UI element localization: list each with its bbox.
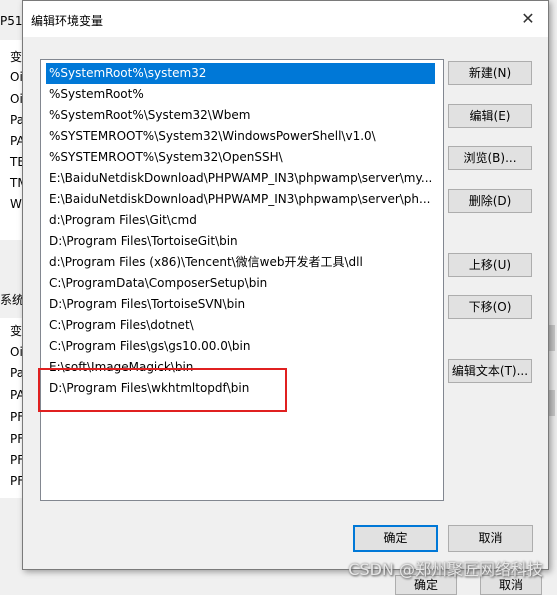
background-scroll-thumb[interactable] [549,390,555,416]
move-down-button[interactable]: 下移(O) [448,295,532,319]
background-row: Oi [10,92,23,106]
background-row: 变 [10,50,23,64]
path-list-item[interactable]: d:\Program Files\Git\cmd [46,210,435,231]
background-title-fragment: P51 [0,14,23,28]
path-list-item[interactable]: %SYSTEMROOT%\System32\WindowsPowerShell\… [46,126,435,147]
path-list-item[interactable]: C:\ProgramData\ComposerSetup\bin [46,273,435,294]
edit-button[interactable]: 编辑(E) [448,104,532,128]
path-list-item[interactable]: %SYSTEMROOT%\System32\OpenSSH\ [46,147,435,168]
background-system-variables-list[interactable]: 变 Oi Pa PA PF PF PF PF [0,318,25,498]
background-user-variables-list[interactable]: 变 Oi Oi Pa PA TE TM W [0,40,28,240]
ok-button[interactable]: 确定 [353,525,438,552]
background-system-variables-label: 系统 [0,293,25,307]
edit-text-button[interactable]: 编辑文本(T)... [448,359,532,383]
path-list-item[interactable]: C:\Program Files\gs\gs10.00.0\bin [46,336,435,357]
move-up-button[interactable]: 上移(U) [448,253,532,277]
close-icon[interactable]: ✕ [518,9,538,29]
path-list-item[interactable]: C:\Program Files\dotnet\ [46,315,435,336]
background-row: W [10,197,22,211]
path-list-item[interactable]: D:\Program Files\TortoiseSVN\bin [46,294,435,315]
edit-environment-variable-dialog: 编辑环境变量 ✕ %SystemRoot%\system32 %SystemRo… [22,0,549,570]
path-list-item[interactable]: E:\BaiduNetdiskDownload\PHPWAMP_IN3\phpw… [46,189,435,210]
cancel-button[interactable]: 取消 [448,525,533,552]
background-row: Oi [10,70,23,84]
path-list-item[interactable]: %SystemRoot%\System32\Wbem [46,105,435,126]
path-list-item[interactable]: E:\BaiduNetdiskDownload\PHPWAMP_IN3\phpw… [46,168,435,189]
title-bar[interactable]: 编辑环境变量 ✕ [23,1,548,37]
watermark: CSDN @郑州聚匠网络科技 [348,560,543,579]
new-button[interactable]: 新建(N) [448,61,532,85]
delete-button[interactable]: 删除(D) [448,189,532,213]
annotation-highlight-box [38,368,287,412]
path-list-item[interactable]: %SystemRoot% [46,84,435,105]
background-scroll-thumb[interactable] [549,325,555,351]
path-list-item[interactable]: %SystemRoot%\system32 [46,63,435,84]
browse-button[interactable]: 浏览(B)... [448,146,532,170]
background-row: 变 [10,324,23,338]
path-list-item[interactable]: d:\Program Files (x86)\Tencent\微信web开发者工… [46,252,435,273]
background-row: Oi [10,345,23,359]
dialog-title: 编辑环境变量 [31,14,104,28]
path-list-item[interactable]: D:\Program Files\TortoiseGit\bin [46,231,435,252]
path-list[interactable]: %SystemRoot%\system32 %SystemRoot% %Syst… [40,59,444,501]
